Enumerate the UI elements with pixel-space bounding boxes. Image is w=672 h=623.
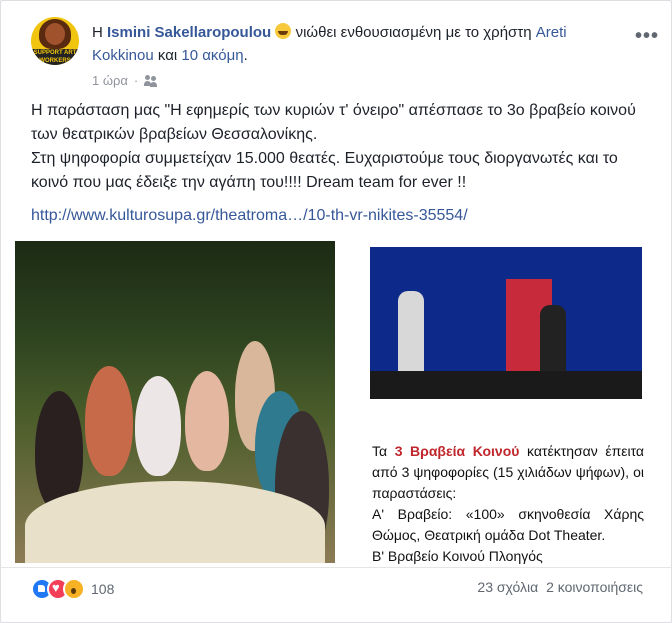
separator: · xyxy=(133,73,139,88)
post-footer: 108 23 σχόλια 2 κοινοποιήσεις xyxy=(1,567,671,608)
post-url-link[interactable]: http://www.kulturosupa.gr/theatroma…/10-… xyxy=(31,207,468,225)
caption-line: Β' Βραβείο Κοινού Πλοηγός xyxy=(372,548,543,564)
caption-line: Α' Βραβείο: «100» σκηνοθεσία Χάρης Θώμος… xyxy=(372,506,644,543)
stage-floor xyxy=(370,371,642,399)
wow-icon xyxy=(63,578,85,600)
post-card: SUPPORT ART WORKERS Η Ismini Sakellaropo… xyxy=(0,0,672,623)
avatar-face xyxy=(45,23,65,45)
feeling-text: νιώθει ενθουσιασμένη με το χρήστη xyxy=(295,24,532,41)
photo-grid: Τα 3 Βραβεία Κοινού κατέκτησαν έπειτα απ… xyxy=(15,241,659,564)
reaction-count[interactable]: 108 xyxy=(91,581,114,597)
post-stats: 23 σχόλια 2 κοινοποιήσεις xyxy=(473,579,643,595)
post-body-line: Στη ψηφοφορία συμμετείχαν 15.000 θεατές.… xyxy=(31,150,618,191)
post-header-line: Η Ismini Sakellaropoulou νιώθει ενθουσια… xyxy=(92,21,632,67)
avatar-banner: SUPPORT ART WORKERS xyxy=(31,49,79,65)
shares-count[interactable]: 2 κοινοποιήσεις xyxy=(546,579,643,595)
article-caption: Τα 3 Βραβεία Κοινού κατέκτησαν έπειτα απ… xyxy=(372,441,644,567)
person xyxy=(185,371,229,471)
comments-count[interactable]: 23 σχόλια xyxy=(477,579,538,595)
author-avatar[interactable]: SUPPORT ART WORKERS xyxy=(31,17,79,65)
person xyxy=(135,376,181,476)
friends-icon[interactable] xyxy=(144,74,158,87)
post-menu-button[interactable]: ••• xyxy=(635,25,659,48)
article-image[interactable]: Τα 3 Βραβεία Κοινού κατέκτησαν έπειτα απ… xyxy=(340,241,659,564)
post-body: Η παράσταση μας "Η εφημερίς των κυριών τ… xyxy=(31,99,651,195)
author-prefix: Η xyxy=(92,24,103,41)
dinner-table xyxy=(25,481,325,563)
caption-text: Τα xyxy=(372,443,395,459)
person xyxy=(85,366,133,476)
caption-highlight: 3 Βραβεία Κοινού xyxy=(394,443,520,459)
excited-emoji-icon xyxy=(275,23,292,39)
reaction-summary[interactable]: 108 xyxy=(31,578,114,600)
post-meta: 1 ώρα · xyxy=(92,73,158,88)
post-body-line: Η παράσταση μας "Η εφημερίς των κυριών τ… xyxy=(31,102,636,143)
presenter-left xyxy=(398,291,424,381)
timestamp[interactable]: 1 ώρα xyxy=(92,73,128,88)
and-text: και xyxy=(157,47,178,64)
others-link[interactable]: 10 ακόμη xyxy=(181,47,243,64)
group-photo[interactable] xyxy=(15,241,335,563)
stage-photo xyxy=(370,247,642,399)
period: . xyxy=(243,47,248,64)
author-name[interactable]: Ismini Sakellaropoulou xyxy=(107,24,271,41)
